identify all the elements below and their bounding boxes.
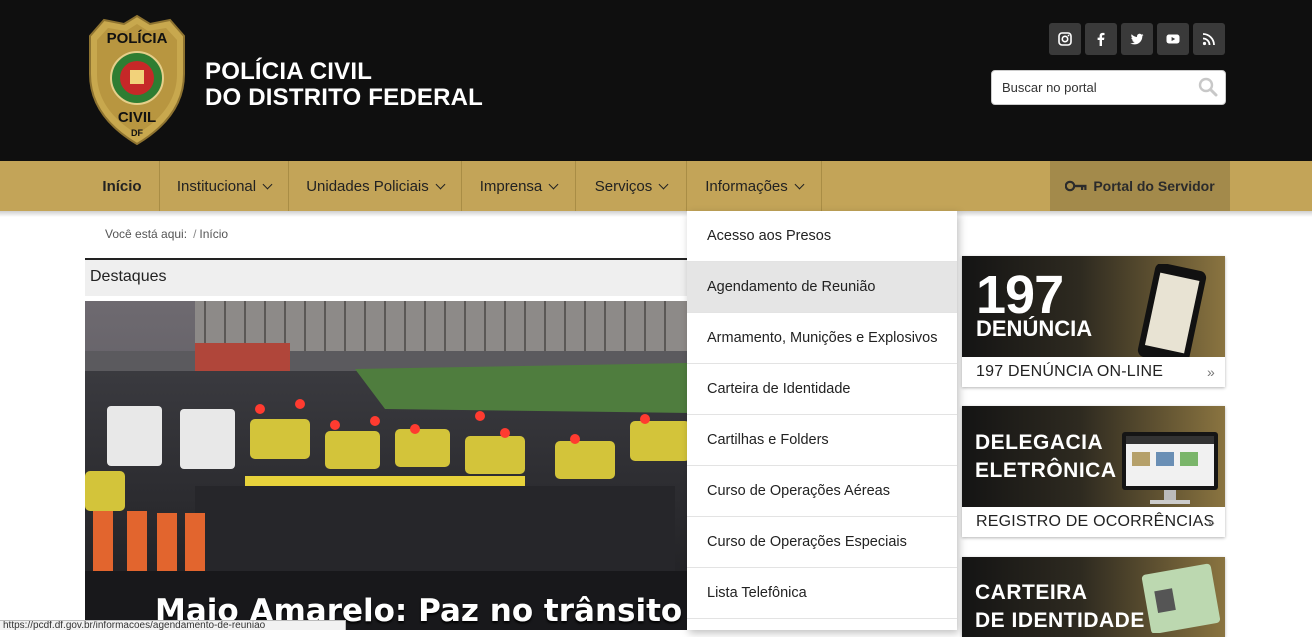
site-title-line1: POLÍCIA CIVIL: [205, 58, 373, 85]
nav-shadow: [0, 211, 1312, 217]
nav-item-label: Unidades Policiais: [306, 177, 429, 195]
banner-delegacia-eletronica[interactable]: DELEGACIA ELETRÔNICA REGISTRO DE OCORRÊN…: [962, 406, 1225, 537]
rss-icon: [1202, 33, 1215, 46]
pcdf-badge-logo[interactable]: POLÍCIA CIVIL DF: [86, 14, 188, 146]
menu-item-acesso-aos-presos[interactable]: Acesso aos Presos: [687, 211, 957, 262]
chevron-down-icon: [262, 179, 273, 189]
key-icon: [1065, 180, 1087, 192]
facebook-button[interactable]: [1085, 23, 1117, 55]
chevron-down-icon: [794, 179, 805, 189]
facebook-icon: [1097, 32, 1105, 46]
breadcrumb: Você está aqui: / Início: [105, 227, 228, 241]
instagram-icon: [1058, 32, 1072, 46]
svg-text:DF: DF: [131, 128, 143, 138]
breadcrumb-prefix: Você está aqui:: [105, 227, 188, 241]
menu-item-label: Armamento, Munições e Explosivos: [707, 330, 938, 346]
nav-item-unidades-policiais[interactable]: Unidades Policiais: [289, 161, 462, 211]
banner-delegacia-line2: ELETRÔNICA: [975, 459, 1117, 482]
menu-item-carteira-de-identidade[interactable]: Carteira de Identidade: [687, 364, 957, 415]
smartphone-icon: [1137, 264, 1207, 364]
breadcrumb-separator: /: [193, 227, 197, 241]
banner-carteira-line1: CARTEIRA: [975, 581, 1088, 604]
nav-item-label: Informações: [705, 177, 788, 195]
portal-servidor-button[interactable]: Portal do Servidor: [1050, 161, 1230, 211]
site-title[interactable]: POLÍCIA CIVIL DO DISTRITO FEDERAL: [205, 59, 483, 111]
banner-carteira-line2: DE IDENTIDADE: [975, 609, 1145, 632]
chevron-down-icon: [435, 179, 446, 189]
banner-delegacia-line1: DELEGACIA: [975, 431, 1104, 454]
banner-197-label: DENÚNCIA: [976, 316, 1093, 341]
youtube-icon: [1166, 34, 1180, 44]
menu-item-label: Curso de Operações Especiais: [707, 534, 907, 550]
status-bar-url: https://pcdf.df.gov.br/informacoes/agend…: [3, 620, 266, 630]
youtube-button[interactable]: [1157, 23, 1189, 55]
nav-item-institucional[interactable]: Institucional: [160, 161, 289, 211]
nav-item-informacoes[interactable]: Informações: [687, 161, 822, 211]
twitter-icon: [1130, 33, 1144, 45]
chevron-down-icon: [548, 179, 559, 189]
menu-item-curso-operacoes-aereas[interactable]: Curso de Operações Aéreas: [687, 466, 957, 517]
hero-photo: Maio Amarelo: Paz no trânsito come: [85, 301, 690, 630]
menu-item-curso-operacoes-especiais[interactable]: Curso de Operações Especiais: [687, 517, 957, 568]
hero-slide[interactable]: Maio Amarelo: Paz no trânsito come: [85, 301, 690, 630]
site-title-line2: DO DISTRITO FEDERAL: [205, 84, 484, 111]
informacoes-dropdown-menu: Acesso aos Presos Agendamento de Reunião…: [687, 211, 957, 630]
nav-item-servicos[interactable]: Serviços: [576, 161, 687, 211]
menu-item-label: Carteira de Identidade: [707, 381, 851, 397]
banner-carteira-identidade[interactable]: CARTEIRA DE IDENTIDADE: [962, 557, 1225, 637]
search-input[interactable]: [1002, 71, 1192, 104]
browser-status-bar: https://pcdf.df.gov.br/informacoes/agend…: [0, 620, 346, 630]
arrow-right-icon: »: [1207, 364, 1215, 380]
nav-item-label: Início: [102, 177, 142, 195]
svg-text:CIVIL: CIVIL: [118, 109, 156, 126]
search-icon[interactable]: [1198, 77, 1218, 97]
id-card-icon: [1141, 563, 1220, 633]
menu-item-cartilhas-e-folders[interactable]: Cartilhas e Folders: [687, 415, 957, 466]
banner-delegacia-link[interactable]: REGISTRO DE OCORRÊNCIAS »: [962, 507, 1225, 537]
banner-delegacia-link-label: REGISTRO DE OCORRÊNCIAS: [976, 513, 1215, 530]
rss-button[interactable]: [1193, 23, 1225, 55]
svg-text:POLÍCIA: POLÍCIA: [107, 30, 168, 47]
menu-item-label: Curso de Operações Aéreas: [707, 483, 890, 499]
nav-item-imprensa[interactable]: Imprensa: [462, 161, 576, 211]
banner-197-link-label: 197 DENÚNCIA ON-LINE: [976, 363, 1164, 380]
banner-197-denuncia[interactable]: 197 DENÚNCIA 197 DENÚNCIA ON-LINE »: [962, 256, 1225, 387]
menu-item-label: Cartilhas e Folders: [707, 432, 829, 448]
nav-item-inicio[interactable]: Início: [85, 161, 160, 211]
menu-item-label: Agendamento de Reunião: [707, 279, 876, 295]
menu-item-armamento[interactable]: Armamento, Munições e Explosivos: [687, 313, 957, 364]
menu-item-agendamento-de-reuniao[interactable]: Agendamento de Reunião: [687, 262, 957, 313]
nav-item-label: Institucional: [176, 177, 257, 195]
breadcrumb-current[interactable]: Início: [199, 227, 228, 241]
destaques-header: Destaques: [85, 258, 690, 296]
banner-197-link[interactable]: 197 DENÚNCIA ON-LINE »: [962, 357, 1225, 387]
twitter-button[interactable]: [1121, 23, 1153, 55]
search-box: [991, 70, 1226, 105]
monitor-icon: [1122, 432, 1218, 504]
nav-item-label: Imprensa: [479, 177, 543, 195]
menu-item-label: Acesso aos Presos: [707, 228, 832, 244]
nav-item-label: Serviços: [594, 177, 653, 195]
destaques-title: Destaques: [90, 268, 167, 285]
portal-servidor-label: Portal do Servidor: [1093, 178, 1215, 194]
arrow-right-icon: »: [1207, 514, 1215, 530]
chevron-down-icon: [658, 179, 669, 189]
menu-item-label: Lista Telefônica: [707, 585, 807, 601]
instagram-button[interactable]: [1049, 23, 1081, 55]
menu-item-lista-telefonica[interactable]: Lista Telefônica: [687, 568, 957, 619]
